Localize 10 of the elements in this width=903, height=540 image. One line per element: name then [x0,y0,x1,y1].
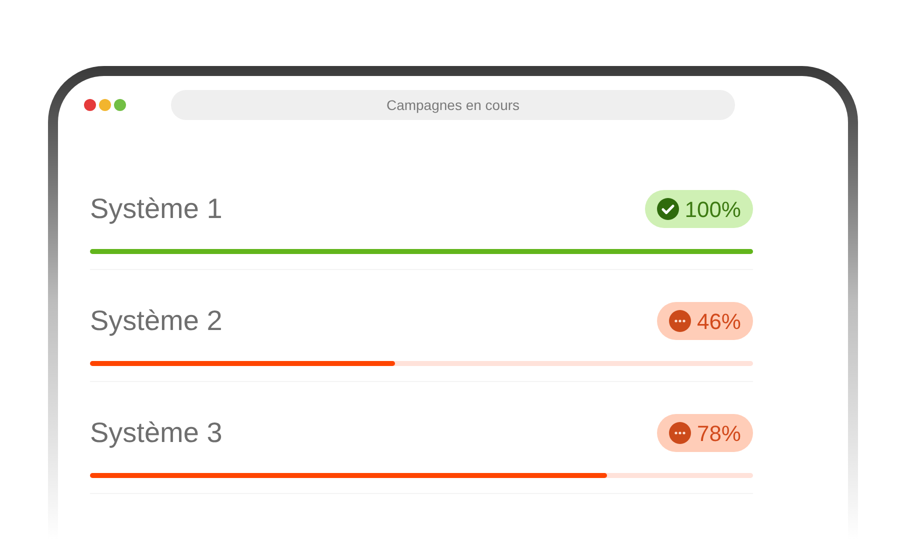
check-circle-icon [656,198,679,220]
progress-badge: 78% [656,414,753,452]
ellipsis-circle-icon [668,422,691,444]
system-name: Système 2 [90,304,222,338]
progress-badge: 46% [656,302,753,340]
address-bar: Campagnes en cours [171,90,735,120]
system-name: Système 3 [90,416,222,450]
system-name: Système 1 [90,192,222,226]
ellipsis-circle-icon [668,310,691,332]
progress-badge: 100% [644,190,753,228]
